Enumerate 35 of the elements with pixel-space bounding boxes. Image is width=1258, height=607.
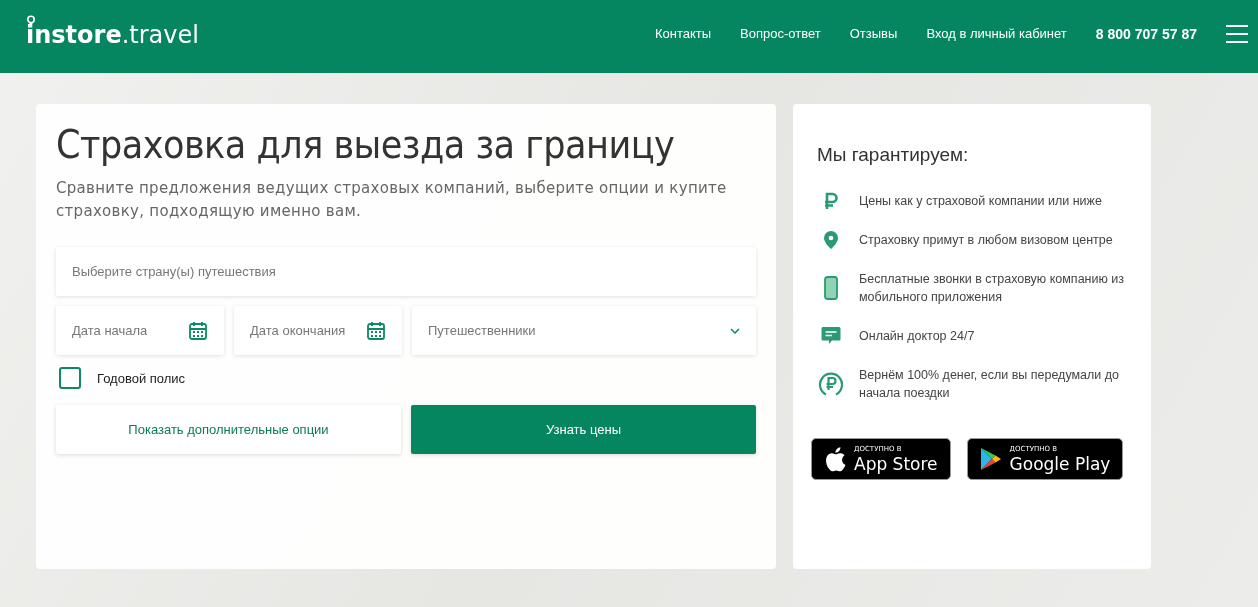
chevron-down-icon[interactable] xyxy=(730,327,740,334)
calendar-icon[interactable] xyxy=(366,320,386,341)
ruble-icon xyxy=(824,192,838,210)
nav-link[interactable]: Вопрос-ответ xyxy=(740,26,821,41)
location-pin-icon xyxy=(823,230,839,250)
checkbox[interactable] xyxy=(59,367,81,389)
submit-button[interactable]: Узнать цены xyxy=(411,405,756,454)
travelers-dropdown[interactable]: Путешественники xyxy=(412,306,756,355)
feature-text: Страховку примут в любом визовом центре xyxy=(859,232,1113,249)
play-triangle-icon xyxy=(979,447,1002,471)
guarantees-title: Мы гарантируем: xyxy=(817,144,970,166)
ruble-circle-icon xyxy=(818,371,844,397)
nav-link[interactable]: Вход в личный кабинет xyxy=(926,26,1067,41)
options-button[interactable]: Показать дополнительные опции xyxy=(56,405,401,454)
end-date-field[interactable]: Дата окончания xyxy=(234,306,402,355)
country-field[interactable]: Выберите страну(ы) путешествия xyxy=(56,247,756,296)
calendar-icon[interactable] xyxy=(188,320,208,341)
chat-icon xyxy=(821,326,841,346)
start-date-field[interactable]: Дата начала xyxy=(56,306,224,355)
nav-link[interactable]: Отзывы xyxy=(849,26,898,41)
menu-icon[interactable] xyxy=(1226,24,1248,43)
feature-text: Онлайн доктор 24/7 xyxy=(859,328,975,345)
feature-text: Вернём 100% денег, если вы передумали до начала поездки xyxy=(859,367,1121,402)
logo[interactable]: instore.travel xyxy=(26,14,199,49)
phone-link[interactable]: 8 800 707 57 87 xyxy=(1095,25,1197,42)
checkbox-label: Годовой полис xyxy=(97,370,186,386)
smartphone-icon xyxy=(824,276,838,300)
nav-link[interactable]: Контакты xyxy=(654,26,712,41)
store-name: App Store xyxy=(854,453,938,474)
feature-text: Цены как у страховой компании или ниже xyxy=(859,193,1102,210)
feature-text: Бесплатные звонки в страховую компанию из мобильного приложения xyxy=(859,271,1126,306)
page-title: Страховка для выезда за границу xyxy=(56,122,676,167)
page-subtitle: Сравните предложения ведущих страховых компаний, выберите опции и купите страховку, подходящую именно вам. xyxy=(56,178,728,222)
store-name: Google Play xyxy=(1009,453,1111,474)
apple-icon xyxy=(824,446,846,472)
